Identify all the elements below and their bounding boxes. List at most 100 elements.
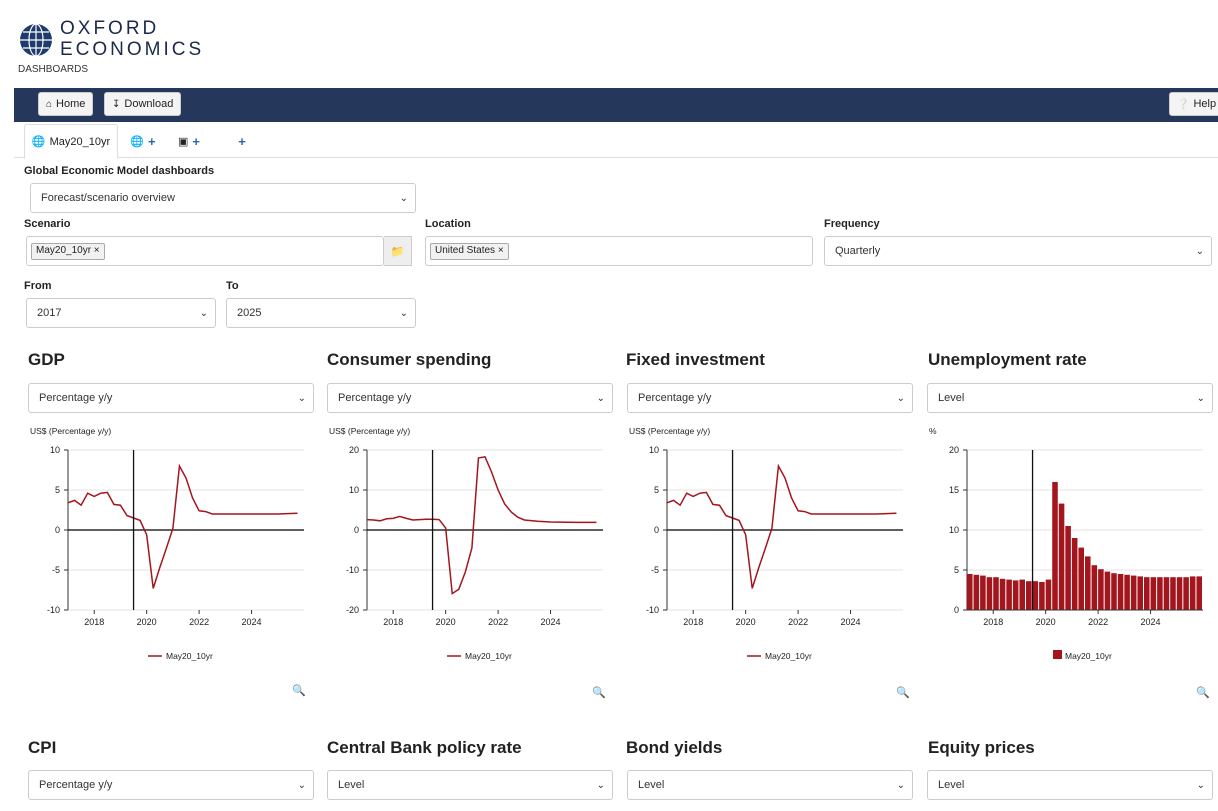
chevron-down-icon: ⌄	[399, 308, 408, 319]
bar	[1052, 482, 1058, 610]
gdp-measure-select[interactable]: Percentage y/y ⌄	[28, 383, 314, 413]
plus-icon: +	[192, 134, 200, 149]
download-button[interactable]: ↧ Download	[104, 92, 182, 116]
bar	[1104, 571, 1111, 610]
plus-icon: +	[238, 134, 246, 149]
bar	[1137, 576, 1143, 610]
fixed-investment-measure-select[interactable]: Percentage y/y ⌄	[627, 383, 913, 413]
select-value: Level	[938, 779, 965, 791]
from-label: From	[24, 280, 52, 292]
x-tick-label: 2018	[983, 617, 1003, 627]
header: OXFORD ECONOMICS DASHBOARDS	[0, 0, 1218, 86]
bar	[1032, 581, 1039, 610]
bar	[1012, 580, 1019, 610]
bar	[1117, 574, 1124, 610]
y-axis-label: US$ (Percentage y/y)	[329, 426, 410, 436]
bar	[1150, 577, 1157, 610]
x-tick-label: 2024	[242, 617, 262, 627]
to-select-value: 2025	[237, 307, 262, 319]
help-icon: ❔	[1177, 98, 1190, 110]
y-axis-label: US$ (Percentage y/y)	[629, 426, 710, 436]
bar	[980, 575, 986, 610]
home-button[interactable]: ⌂ Home	[38, 92, 94, 116]
panel-title-fixed-investment: Fixed investment	[626, 350, 765, 369]
select-value: Percentage y/y	[39, 779, 113, 791]
y-tick-label: 10	[649, 445, 659, 455]
policy-rate-measure-select[interactable]: Level ⌄	[327, 770, 613, 800]
to-label: To	[226, 280, 239, 292]
bar	[1071, 538, 1078, 610]
panel-title-policy-rate: Central Bank policy rate	[327, 738, 522, 757]
chevron-down-icon: ⌄	[896, 780, 905, 791]
from-select[interactable]: 2017 ⌄	[26, 298, 216, 328]
frequency-select[interactable]: Quarterly ⌄	[824, 236, 1212, 266]
bar	[986, 577, 993, 610]
model-label: Global Economic Model dashboards	[24, 165, 215, 177]
tab-add-industry[interactable]: ▣ +	[172, 124, 206, 159]
help-button[interactable]: ❔ Help	[1169, 92, 1218, 116]
bar	[1098, 569, 1104, 610]
scenario-tag[interactable]: May20_10yr ×	[31, 243, 105, 260]
unemployment-measure-select[interactable]: Level ⌄	[927, 383, 1213, 413]
model-select[interactable]: Forecast/scenario overview ⌄	[30, 183, 416, 213]
gdp-chart: US$ (Percentage y/y) 10 5 0 -5 -10 2018 2020 202…	[30, 426, 304, 661]
legend-label: May20_10yr	[1065, 651, 1112, 661]
panel-title-bond-yields: Bond yields	[626, 738, 723, 757]
bar	[1130, 575, 1137, 610]
x-tick-label: 2018	[383, 617, 403, 627]
x-tick-label: 2022	[1088, 617, 1108, 627]
select-value: Percentage y/y	[39, 392, 113, 404]
download-icon: ↧	[112, 98, 121, 110]
location-input[interactable]: United States ×	[425, 236, 813, 266]
bar	[967, 574, 973, 610]
globe-logo-icon	[20, 23, 52, 57]
y-tick-label: 10	[949, 525, 959, 535]
frequency-label: Frequency	[824, 218, 880, 230]
x-tick-label: 2024	[541, 617, 561, 627]
globe-icon: 🌐	[130, 136, 145, 148]
y-tick-label: 0	[354, 525, 359, 535]
bar	[1124, 574, 1130, 610]
chevron-down-icon: ⌄	[1196, 393, 1205, 404]
panel-title-cpi: CPI	[28, 738, 57, 757]
scenario-input[interactable]: May20_10yr ×	[26, 236, 384, 266]
legend-label: May20_10yr	[765, 651, 812, 661]
home-icon: ⌂	[46, 98, 53, 110]
location-tag[interactable]: United States ×	[430, 243, 509, 260]
tab-add-location[interactable]: 🌐 +	[126, 124, 160, 159]
y-tick-label: 10	[50, 445, 60, 455]
legend-label: May20_10yr	[166, 651, 213, 661]
scenario-label: Scenario	[24, 218, 71, 230]
y-tick-label: 15	[949, 485, 959, 495]
tab-label: May20_10yr	[49, 135, 111, 148]
bond-yields-measure-select[interactable]: Level ⌄	[627, 770, 913, 800]
open-scenario-button[interactable]: 📁	[384, 236, 412, 266]
brand-subtitle: DASHBOARDS	[18, 64, 89, 75]
equity-prices-measure-select[interactable]: Level ⌄	[927, 770, 1213, 800]
x-tick-label: 2020	[736, 617, 756, 627]
series-line	[366, 455, 597, 595]
zoom-icon[interactable]: 🔍	[592, 686, 606, 699]
tab-scenario-active[interactable]: 🌐 May20_10yr	[24, 124, 118, 159]
y-tick-label: 20	[349, 445, 359, 455]
consumer-spending-measure-select[interactable]: Percentage y/y ⌄	[327, 383, 613, 413]
select-value: Percentage y/y	[338, 392, 412, 404]
to-select[interactable]: 2025 ⌄	[226, 298, 416, 328]
chevron-down-icon: ⌄	[399, 193, 408, 204]
panel-title-consumer-spending: Consumer spending	[327, 350, 492, 369]
zoom-icon[interactable]: 🔍	[292, 684, 306, 697]
legend-label: May20_10yr	[465, 651, 512, 661]
bar	[1085, 556, 1091, 610]
zoom-icon[interactable]: 🔍	[896, 686, 910, 699]
y-tick-label: 5	[55, 485, 60, 495]
cpi-measure-select[interactable]: Percentage y/y ⌄	[28, 770, 314, 800]
bar	[1045, 579, 1052, 610]
y-tick-label: -20	[346, 605, 359, 615]
x-tick-label: 2020	[1036, 617, 1056, 627]
frequency-select-value: Quarterly	[835, 245, 881, 257]
tab-add[interactable]: +	[232, 124, 252, 159]
zoom-icon[interactable]: 🔍	[1196, 686, 1210, 699]
y-tick-label: 0	[55, 525, 60, 535]
bar	[993, 577, 999, 610]
bar	[1183, 577, 1189, 610]
